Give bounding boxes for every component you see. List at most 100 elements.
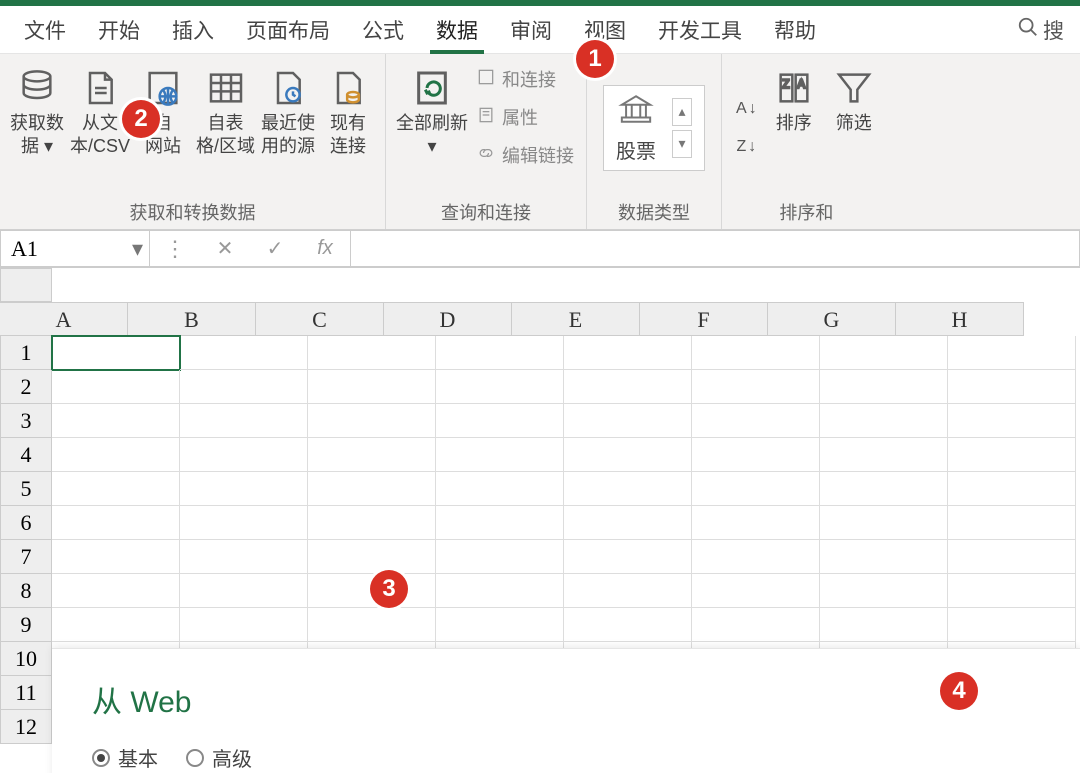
from-csv-button[interactable]: 从文 本/CSV	[68, 60, 132, 195]
cell-C5[interactable]	[308, 472, 436, 506]
col-header-H[interactable]: H	[896, 302, 1024, 336]
row-header-10[interactable]: 10	[0, 642, 52, 676]
cell-E6[interactable]	[564, 506, 692, 540]
get-data-button[interactable]: 获取数 据 ▾	[8, 60, 66, 195]
cell-D1[interactable]	[436, 336, 564, 370]
cell-E1[interactable]	[564, 336, 692, 370]
cell-A2[interactable]	[52, 370, 180, 404]
cell-H5[interactable]	[948, 472, 1076, 506]
cell-F3[interactable]	[692, 404, 820, 438]
cell-D2[interactable]	[436, 370, 564, 404]
filter-button[interactable]: 筛选	[825, 60, 883, 195]
cell-B4[interactable]	[180, 438, 308, 472]
tab-data[interactable]: 数据	[420, 7, 494, 53]
cell-C2[interactable]	[308, 370, 436, 404]
row-header-3[interactable]: 3	[0, 404, 52, 438]
tab-insert[interactable]: 插入	[156, 7, 230, 53]
cell-F1[interactable]	[692, 336, 820, 370]
cell-C6[interactable]	[308, 506, 436, 540]
cell-E3[interactable]	[564, 404, 692, 438]
col-header-F[interactable]: F	[640, 302, 768, 336]
edit-links-button[interactable]: 编辑链接	[476, 142, 574, 168]
cell-A6[interactable]	[52, 506, 180, 540]
stocks-down-button[interactable]: ▾	[672, 130, 692, 158]
cell-F8[interactable]	[692, 574, 820, 608]
cell-G9[interactable]	[820, 608, 948, 642]
tab-help[interactable]: 帮助	[758, 7, 832, 53]
cell-A4[interactable]	[52, 438, 180, 472]
cell-H6[interactable]	[948, 506, 1076, 540]
tab-pagelayout[interactable]: 页面布局	[230, 7, 346, 53]
recent-sources-button[interactable]: 最近使 用的源	[259, 60, 317, 195]
row-header-7[interactable]: 7	[0, 540, 52, 574]
cell-D4[interactable]	[436, 438, 564, 472]
cell-G3[interactable]	[820, 404, 948, 438]
col-header-D[interactable]: D	[384, 302, 512, 336]
row-header-4[interactable]: 4	[0, 438, 52, 472]
cell-H3[interactable]	[948, 404, 1076, 438]
cell-B1[interactable]	[180, 336, 308, 370]
row-header-6[interactable]: 6	[0, 506, 52, 540]
cell-F9[interactable]	[692, 608, 820, 642]
cell-B5[interactable]	[180, 472, 308, 506]
tab-file[interactable]: 文件	[8, 7, 82, 53]
properties-button[interactable]: 属性	[476, 104, 574, 130]
enter-button[interactable]: ✓	[250, 236, 300, 261]
cancel-button[interactable]: ✕	[200, 236, 250, 261]
cell-A8[interactable]	[52, 574, 180, 608]
cell-G7[interactable]	[820, 540, 948, 574]
cell-F2[interactable]	[692, 370, 820, 404]
cell-A3[interactable]	[52, 404, 180, 438]
from-table-button[interactable]: 自表 格/区域	[194, 60, 257, 195]
cell-A5[interactable]	[52, 472, 180, 506]
cell-E7[interactable]	[564, 540, 692, 574]
row-header-5[interactable]: 5	[0, 472, 52, 506]
chevron-down-icon[interactable]: ▾	[132, 236, 143, 262]
cell-B6[interactable]	[180, 506, 308, 540]
cell-F6[interactable]	[692, 506, 820, 540]
fx-button[interactable]: fx	[300, 237, 350, 260]
cell-D8[interactable]	[436, 574, 564, 608]
cell-F7[interactable]	[692, 540, 820, 574]
sort-asc-button[interactable]: A↓	[736, 100, 757, 118]
cell-C1[interactable]	[308, 336, 436, 370]
row-header-2[interactable]: 2	[0, 370, 52, 404]
row-header-11[interactable]: 11	[0, 676, 52, 710]
col-header-C[interactable]: C	[256, 302, 384, 336]
cell-C4[interactable]	[308, 438, 436, 472]
cell-E5[interactable]	[564, 472, 692, 506]
cell-C7[interactable]	[308, 540, 436, 574]
cell-G1[interactable]	[820, 336, 948, 370]
cell-G6[interactable]	[820, 506, 948, 540]
cell-B8[interactable]	[180, 574, 308, 608]
cell-G2[interactable]	[820, 370, 948, 404]
sort-desc-button[interactable]: Z↓	[736, 138, 756, 156]
cell-E9[interactable]	[564, 608, 692, 642]
cell-D5[interactable]	[436, 472, 564, 506]
sort-button[interactable]: ZA 排序	[765, 60, 823, 195]
row-header-9[interactable]: 9	[0, 608, 52, 642]
tab-home[interactable]: 开始	[82, 7, 156, 53]
cell-G8[interactable]	[820, 574, 948, 608]
cell-B9[interactable]	[180, 608, 308, 642]
row-header-8[interactable]: 8	[0, 574, 52, 608]
col-header-G[interactable]: G	[768, 302, 896, 336]
cell-D9[interactable]	[436, 608, 564, 642]
cell-B2[interactable]	[180, 370, 308, 404]
radio-advanced[interactable]: 高级	[186, 743, 252, 772]
cell-D7[interactable]	[436, 540, 564, 574]
cell-H1[interactable]	[948, 336, 1076, 370]
cell-H9[interactable]	[948, 608, 1076, 642]
cell-H4[interactable]	[948, 438, 1076, 472]
col-header-B[interactable]: B	[128, 302, 256, 336]
existing-connections-button[interactable]: 现有 连接	[319, 60, 377, 195]
cell-C9[interactable]	[308, 608, 436, 642]
search-button[interactable]: 搜	[1009, 15, 1072, 45]
cell-H7[interactable]	[948, 540, 1076, 574]
cell-E4[interactable]	[564, 438, 692, 472]
cell-D3[interactable]	[436, 404, 564, 438]
col-header-E[interactable]: E	[512, 302, 640, 336]
name-box[interactable]: A1 ▾	[0, 230, 150, 267]
cell-D6[interactable]	[436, 506, 564, 540]
stocks-button[interactable]: 股票 ▴ ▾	[603, 85, 705, 171]
